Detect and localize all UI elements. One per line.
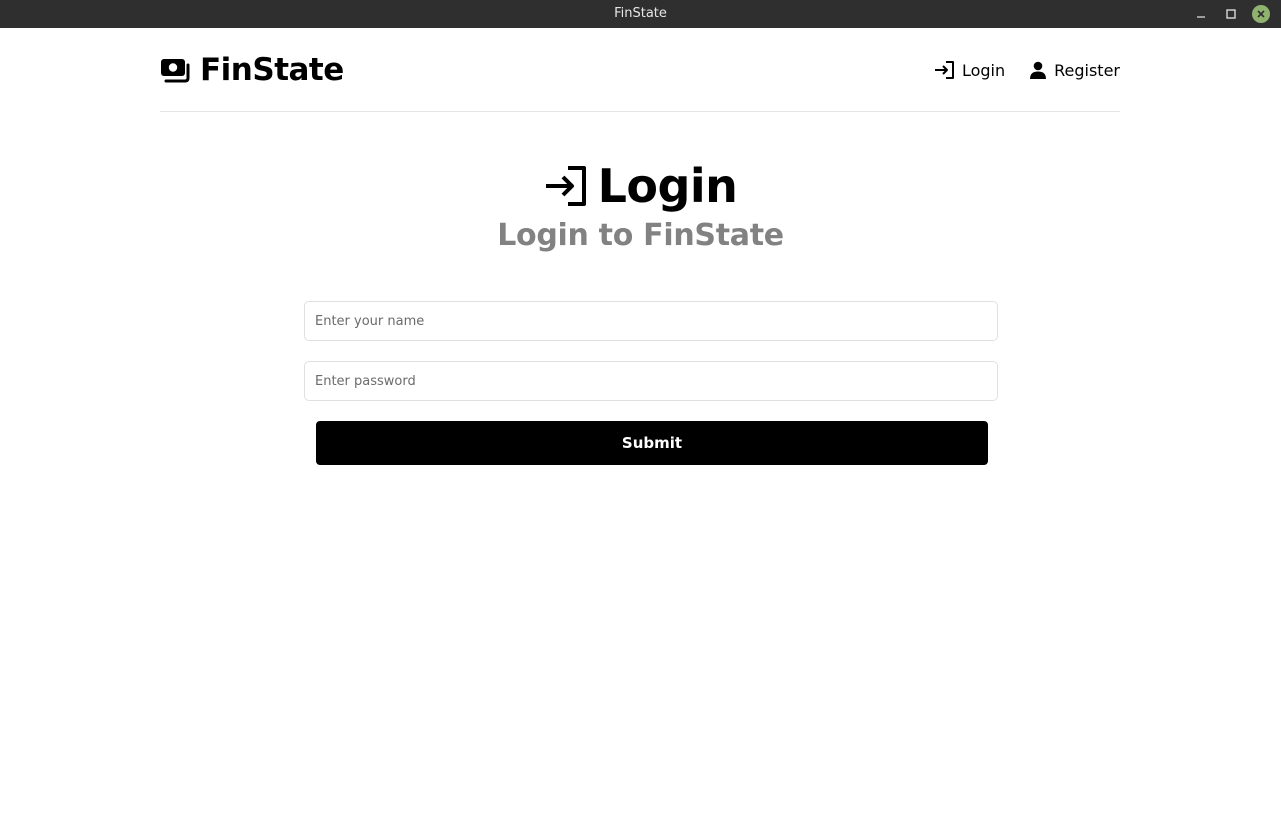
window-title: FinState: [614, 6, 667, 21]
minimize-icon: [1197, 16, 1205, 18]
maximize-icon: [1226, 9, 1236, 19]
name-input[interactable]: [304, 301, 998, 341]
user-icon: [1030, 61, 1047, 79]
page-heading: Login: [0, 158, 1281, 214]
page-title: Login: [597, 159, 738, 213]
sign-in-icon: [934, 61, 954, 79]
nav-register-label: Register: [1054, 60, 1120, 80]
nav-login-link[interactable]: Login: [934, 60, 1005, 80]
brand-logo[interactable]: FinState: [160, 52, 344, 88]
nav-login-label: Login: [961, 60, 1006, 80]
money-bill-icon: [161, 59, 190, 83]
nav-links: Login Register: [934, 58, 1120, 82]
page-subtitle: Login to FinState: [497, 218, 784, 253]
login-form: Submit: [304, 301, 998, 465]
nav-register-link[interactable]: Register: [1028, 60, 1120, 80]
maximize-button[interactable]: [1222, 5, 1240, 23]
sign-in-icon: [545, 166, 586, 206]
app-window: FinState FinState Login Register Login L…: [0, 0, 1281, 829]
window-titlebar: FinState: [0, 0, 1281, 28]
close-button[interactable]: [1252, 5, 1270, 23]
submit-button[interactable]: Submit: [316, 421, 988, 465]
minimize-button[interactable]: [1192, 5, 1210, 23]
navbar: FinState Login Register: [160, 28, 1120, 112]
close-icon: [1257, 10, 1265, 18]
password-input[interactable]: [304, 361, 998, 401]
brand-name: FinState: [200, 52, 344, 88]
